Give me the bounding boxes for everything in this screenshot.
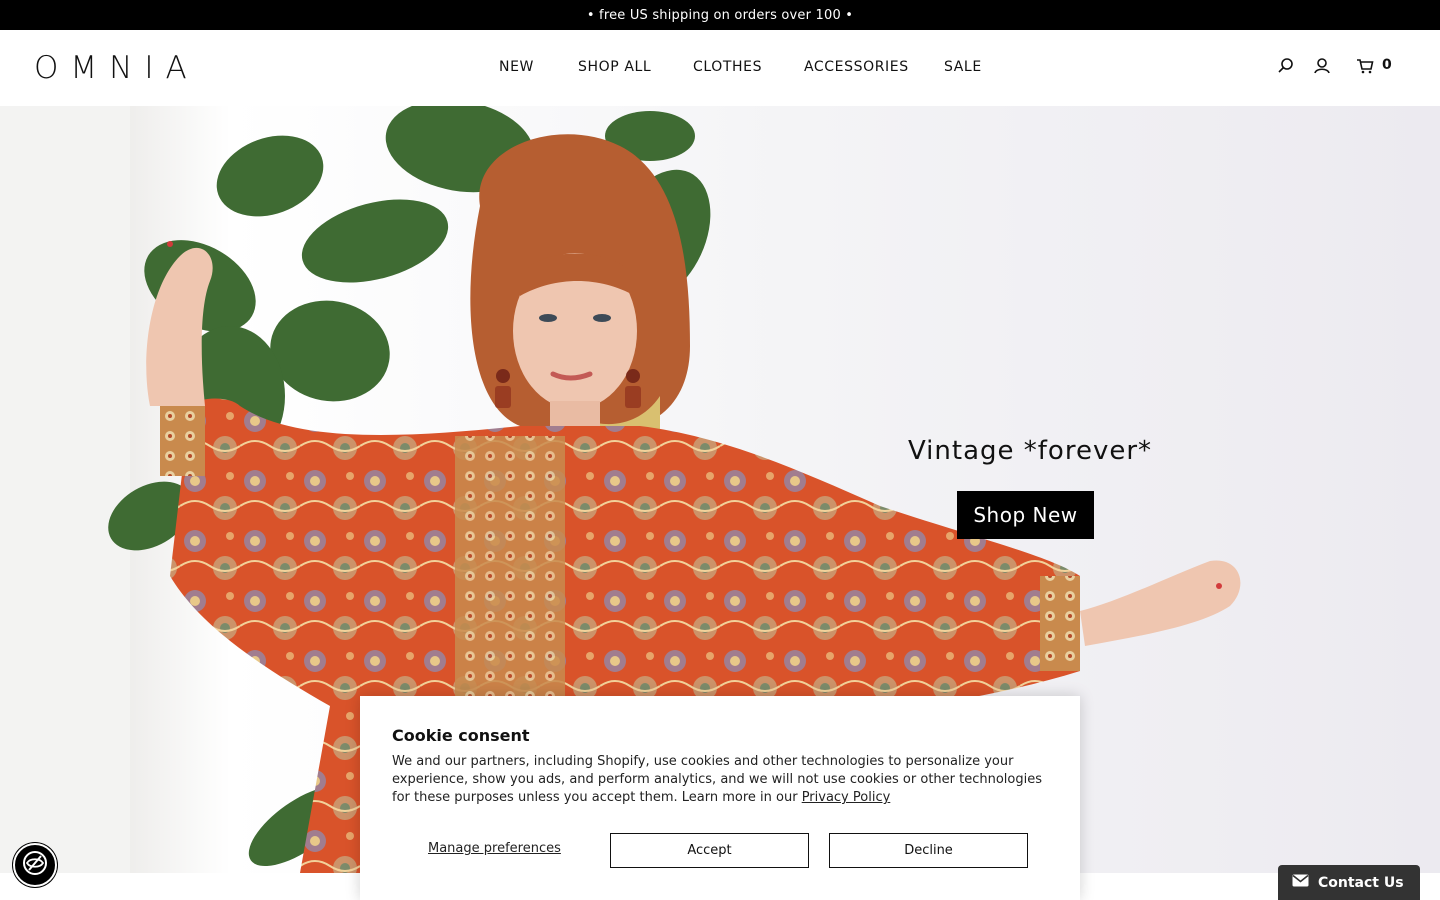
shop-new-button[interactable]: Shop New bbox=[957, 491, 1094, 539]
nav-accessories[interactable]: ACCESSORIES bbox=[804, 59, 909, 75]
announcement-bar: • free US shipping on orders over 100 • bbox=[0, 0, 1440, 30]
account-icon[interactable] bbox=[1313, 57, 1331, 75]
decline-button[interactable]: Decline bbox=[829, 833, 1028, 868]
cart-icon[interactable] bbox=[1356, 57, 1374, 75]
manage-preferences-link[interactable]: Manage preferences bbox=[428, 841, 561, 856]
site-header: OMNIA NEW SHOP ALL CLOTHES ACCESSORIES S… bbox=[0, 30, 1440, 106]
cart-count[interactable]: 0 bbox=[1382, 57, 1392, 73]
nav-shop-all[interactable]: SHOP ALL bbox=[578, 59, 651, 75]
cookie-title: Cookie consent bbox=[392, 726, 530, 745]
nav-new[interactable]: NEW bbox=[499, 59, 534, 75]
logo[interactable]: OMNIA bbox=[34, 52, 199, 84]
privacy-policy-link[interactable]: Privacy Policy bbox=[802, 790, 891, 805]
nav-clothes[interactable]: CLOTHES bbox=[693, 59, 762, 75]
accept-button[interactable]: Accept bbox=[610, 833, 809, 868]
search-icon[interactable] bbox=[1277, 57, 1295, 75]
contact-us-label: Contact Us bbox=[1318, 874, 1404, 891]
envelope-icon bbox=[1292, 874, 1309, 891]
contact-us-tab[interactable]: Contact Us bbox=[1278, 865, 1420, 900]
eye-slash-icon bbox=[22, 850, 48, 880]
hero-title: Vintage *forever* bbox=[907, 436, 1153, 466]
accessibility-button[interactable] bbox=[13, 843, 57, 887]
main-nav: NEW SHOP ALL CLOTHES ACCESSORIES SALE bbox=[0, 30, 1440, 106]
cookie-consent-dialog: Cookie consent We and our partners, incl… bbox=[360, 696, 1080, 900]
cookie-text: We and our partners, including Shopify, … bbox=[392, 753, 1052, 807]
announcement-text: • free US shipping on orders over 100 • bbox=[586, 7, 854, 23]
nav-sale[interactable]: SALE bbox=[944, 59, 982, 75]
cookie-body: We and our partners, including Shopify, … bbox=[392, 754, 1043, 805]
